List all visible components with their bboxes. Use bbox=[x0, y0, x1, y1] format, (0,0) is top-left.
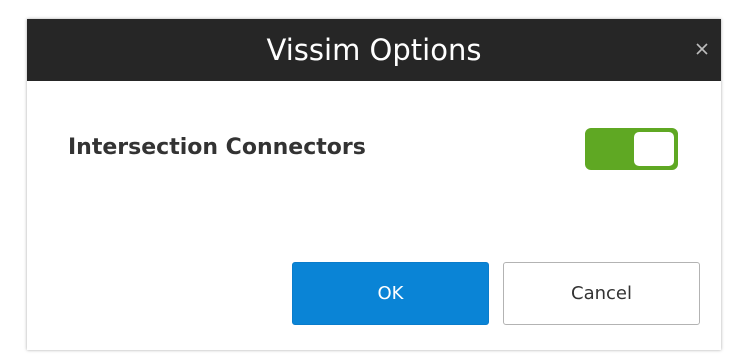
toggle-knob bbox=[634, 132, 674, 166]
cancel-button[interactable]: Cancel bbox=[503, 262, 700, 325]
vissim-options-dialog: Vissim Options Intersection Connectors O… bbox=[27, 19, 721, 350]
intersection-connectors-toggle[interactable] bbox=[585, 128, 678, 170]
dialog-title: Vissim Options bbox=[266, 33, 482, 67]
dialog-title-bar: Vissim Options bbox=[27, 19, 721, 81]
option-row-intersection-connectors: Intersection Connectors bbox=[68, 126, 688, 170]
close-icon bbox=[696, 43, 708, 55]
ok-button[interactable]: OK bbox=[292, 262, 489, 325]
close-button[interactable] bbox=[689, 36, 715, 62]
intersection-connectors-label: Intersection Connectors bbox=[68, 135, 366, 160]
